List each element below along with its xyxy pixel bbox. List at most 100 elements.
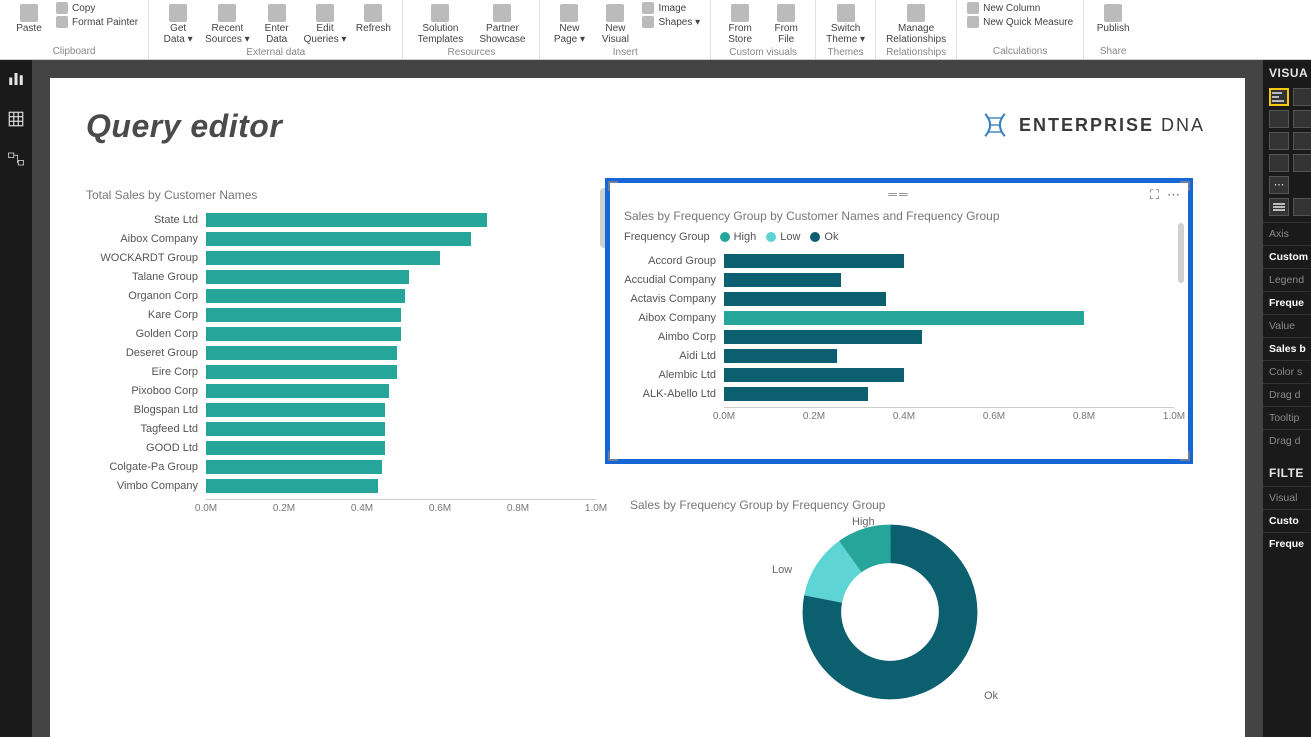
ribbon-group-insert: New Page ▾ New Visual Image Shapes ▾ Ins… xyxy=(540,0,711,59)
format-tab[interactable] xyxy=(1293,198,1311,216)
report-canvas[interactable]: Query editor ENTERPRISE DNA Total Sales … xyxy=(50,78,1245,737)
new-visual-button[interactable]: New Visual xyxy=(592,2,638,47)
bar[interactable] xyxy=(206,289,405,303)
viz-type-clustered-bar[interactable] xyxy=(1293,88,1311,106)
from-store-button[interactable]: From Store xyxy=(717,2,763,47)
x-axis-ticks: 0.0M0.2M0.4M0.6M0.8M1.0M xyxy=(724,407,1174,425)
viz-type-donut[interactable] xyxy=(1293,154,1311,172)
bar[interactable] xyxy=(724,349,837,363)
donut-label-low: Low xyxy=(772,564,792,576)
bar[interactable] xyxy=(206,270,409,284)
viz-type-card[interactable] xyxy=(1269,154,1289,172)
bar[interactable] xyxy=(724,292,886,306)
refresh-button[interactable]: Refresh xyxy=(350,2,396,37)
enter-data-button[interactable]: Enter Data xyxy=(254,2,300,47)
bar[interactable] xyxy=(724,311,1084,325)
recent-sources-label: Recent Sources ▾ xyxy=(205,24,249,45)
chart-scrollbar[interactable] xyxy=(1178,223,1184,283)
edit-queries-button[interactable]: Edit Queries ▾ xyxy=(300,2,351,47)
bar[interactable] xyxy=(206,251,440,265)
bar[interactable] xyxy=(206,441,385,455)
field-well-value-value[interactable]: Sales b xyxy=(1263,337,1311,360)
image-button[interactable]: Image xyxy=(642,2,686,14)
x-axis-ticks: 0.0M0.2M0.4M0.6M0.8M1.0M xyxy=(206,499,596,517)
from-store-icon xyxy=(731,4,749,22)
grip-icon[interactable]: ══ xyxy=(618,187,1180,201)
bar[interactable] xyxy=(206,479,378,493)
field-well-axis-value[interactable]: Custom xyxy=(1263,245,1311,268)
resize-handle-tl[interactable] xyxy=(608,181,622,195)
viz-type-line[interactable] xyxy=(1293,110,1311,128)
viz-type-ribbon[interactable] xyxy=(1293,132,1311,150)
publish-button[interactable]: Publish xyxy=(1090,2,1136,37)
report-view-button[interactable] xyxy=(5,68,27,90)
shapes-button[interactable]: Shapes ▾ xyxy=(642,16,700,28)
get-data-button[interactable]: Get Data ▾ xyxy=(155,2,201,47)
brand-logo: ENTERPRISE DNA xyxy=(981,112,1205,138)
focus-mode-button[interactable]: ⛶ xyxy=(1150,187,1159,203)
bar[interactable] xyxy=(206,384,389,398)
new-visual-icon xyxy=(606,4,624,22)
data-view-button[interactable] xyxy=(5,108,27,130)
resize-handle-br[interactable] xyxy=(1176,447,1190,461)
viz-type-stacked-bar[interactable] xyxy=(1269,88,1289,106)
field-well-legend-value[interactable]: Freque xyxy=(1263,291,1311,314)
copy-button[interactable]: Copy xyxy=(56,2,95,14)
total-sales-bar-chart[interactable]: Total Sales by Customer Names State Ltd … xyxy=(86,188,596,638)
new-page-button[interactable]: New Page ▾ xyxy=(546,2,592,47)
chart-legend: Frequency Group High Low Ok xyxy=(624,231,1174,243)
field-well-tooltip-placeholder[interactable]: Drag d xyxy=(1263,429,1311,452)
model-view-button[interactable] xyxy=(5,148,27,170)
visualizations-pane: VISUA ⋯ Axis Custom Legend Freque Value … xyxy=(1263,60,1311,737)
bar-row: Accudial Company xyxy=(624,270,1174,289)
bar[interactable] xyxy=(206,403,385,417)
ribbon-group-resources: Solution Templates Partner Showcase Reso… xyxy=(403,0,540,59)
bar[interactable] xyxy=(724,368,904,382)
bar[interactable] xyxy=(724,387,868,401)
bar[interactable] xyxy=(206,422,385,436)
bar-row: Aidi Ltd xyxy=(624,346,1174,365)
bar[interactable] xyxy=(206,232,471,246)
publish-icon xyxy=(1104,4,1122,22)
bar-row: Kare Corp xyxy=(86,305,596,324)
sales-by-frequency-bar-chart[interactable]: ══ ⛶ ⋯ Sales by Frequency Group by Custo… xyxy=(605,178,1193,464)
copy-label: Copy xyxy=(72,3,95,14)
viz-type-column[interactable] xyxy=(1269,110,1289,128)
field-well-color-placeholder[interactable]: Drag d xyxy=(1263,383,1311,406)
tick-label: 0.6M xyxy=(983,411,1005,422)
bar[interactable] xyxy=(206,327,401,341)
bar[interactable] xyxy=(206,213,487,227)
bar[interactable] xyxy=(724,273,841,287)
data-view-icon xyxy=(7,110,25,128)
bar[interactable] xyxy=(206,346,397,360)
legend-swatch xyxy=(720,232,730,242)
bar[interactable] xyxy=(206,460,382,474)
filter-customer[interactable]: Custo xyxy=(1263,509,1311,532)
bar-row: WOCKARDT Group xyxy=(86,248,596,267)
switch-theme-button[interactable]: Switch Theme ▾ xyxy=(822,2,869,47)
brand-text: ENTERPRISE DNA xyxy=(1019,115,1205,136)
viz-type-area[interactable] xyxy=(1269,132,1289,150)
filter-frequency[interactable]: Freque xyxy=(1263,532,1311,555)
fields-tab[interactable] xyxy=(1269,198,1289,216)
category-label: Aidi Ltd xyxy=(624,350,724,362)
recent-sources-button[interactable]: Recent Sources ▾ xyxy=(201,2,253,47)
new-column-button[interactable]: New Column xyxy=(967,2,1040,14)
sales-by-frequency-donut-chart[interactable]: Sales by Frequency Group by Frequency Gr… xyxy=(630,498,1150,737)
from-file-button[interactable]: From File xyxy=(763,2,809,47)
category-label: GOOD Ltd xyxy=(86,442,206,454)
new-quick-measure-button[interactable]: New Quick Measure xyxy=(967,16,1073,28)
format-painter-button[interactable]: Format Painter xyxy=(56,16,138,28)
solution-templates-button[interactable]: Solution Templates xyxy=(409,2,471,47)
paste-button[interactable]: Paste xyxy=(6,2,52,37)
partner-showcase-button[interactable]: Partner Showcase xyxy=(471,2,533,47)
resize-handle-bl[interactable] xyxy=(608,447,622,461)
manage-relationships-button[interactable]: Manage Relationships xyxy=(882,2,950,47)
bar-row: State Ltd xyxy=(86,210,596,229)
bar[interactable] xyxy=(724,254,904,268)
viz-type-more[interactable]: ⋯ xyxy=(1269,176,1289,194)
bar[interactable] xyxy=(206,365,397,379)
resize-handle-tr[interactable] xyxy=(1176,181,1190,195)
bar[interactable] xyxy=(206,308,401,322)
bar[interactable] xyxy=(724,330,922,344)
